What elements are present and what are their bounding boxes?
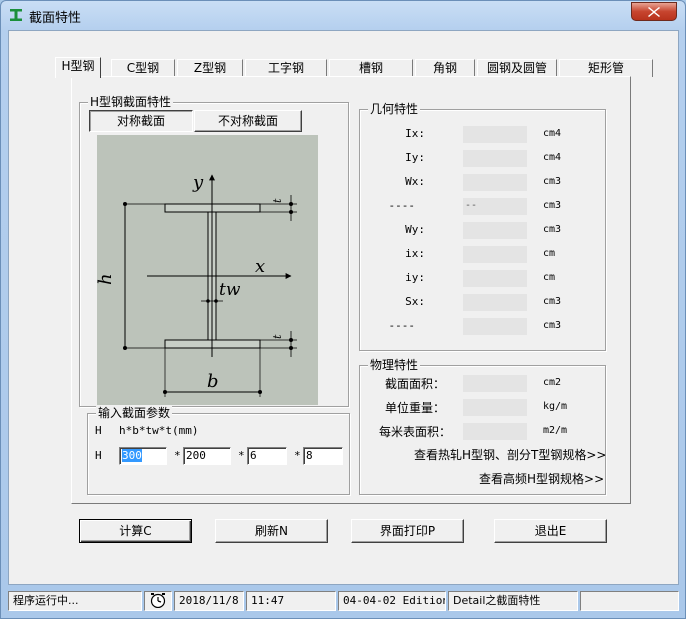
geom-label-1: Iy: (405, 151, 425, 164)
geom-unit-1: cm4 (543, 152, 562, 163)
title-bar[interactable]: 截面特性 (1, 1, 685, 29)
phys-label-1: 单位重量： (384, 401, 445, 415)
symmetric-button[interactable]: 对称截面 (89, 110, 193, 132)
sep-1: * (174, 449, 181, 462)
format-prefix: H (95, 424, 102, 437)
clock-icon (150, 593, 166, 609)
phys-label-2: 每米表面积： (378, 425, 451, 439)
h-section-drawing: y x tw h b t t (95, 172, 297, 397)
geom-label-8: ---- (388, 319, 416, 332)
physical-group-title: 物理特性 (368, 358, 421, 372)
geom-label-5: ix: (405, 247, 425, 260)
t-top-label: t (271, 198, 284, 203)
geom-value-1 (463, 150, 527, 167)
t-input[interactable]: 8 (303, 447, 343, 465)
close-button[interactable] (631, 2, 677, 21)
status-running: 程序运行中... (8, 591, 142, 611)
exit-button[interactable]: 退出E (494, 519, 607, 543)
status-date: 2018/11/8 (174, 591, 244, 611)
geom-label-7: Sx: (405, 295, 425, 308)
geom-unit-2: cm3 (543, 176, 562, 187)
geom-value-2 (463, 174, 527, 191)
tw-label: tw (219, 280, 241, 300)
geom-unit-6: cm (543, 272, 556, 283)
tab-i-beam[interactable]: 工字钢 (245, 59, 327, 77)
input-group-title: 输入截面参数 (96, 406, 173, 420)
geom-value-7 (463, 294, 527, 311)
geom-label-0: Ix: (405, 127, 425, 140)
geom-value-0 (463, 126, 527, 143)
geom-label-3: ---- (388, 199, 416, 212)
tw-input[interactable]: 6 (247, 447, 287, 465)
geom-unit-5: cm (543, 248, 556, 259)
tab-c-steel[interactable]: C型钢 (111, 59, 175, 77)
tab-channel[interactable]: 槽钢 (329, 59, 413, 77)
phys-unit-2: m2/m (543, 425, 568, 436)
status-bar: 程序运行中... 2018/11/8 11:47 04-04-02 Editio… (8, 589, 679, 613)
h-input[interactable]: 300 (119, 447, 167, 465)
phys-label-0: 截面面积： (384, 377, 445, 391)
tab-round[interactable]: 圆钢及圆管 (477, 59, 557, 77)
geom-unit-0: cm4 (543, 128, 562, 139)
geom-unit-7: cm3 (543, 296, 562, 307)
status-clock-pane (144, 591, 172, 611)
tab-angle[interactable]: 角钢 (415, 59, 475, 77)
geom-unit-8: cm3 (543, 320, 562, 331)
phys-value-0 (463, 375, 527, 392)
tab-rect-tube[interactable]: 矩形管 (559, 59, 653, 77)
sep-2: * (238, 449, 245, 462)
geom-unit-4: cm3 (543, 224, 562, 235)
b-input[interactable]: 200 (183, 447, 231, 465)
phys-unit-1: kg/m (543, 401, 568, 412)
status-time: 11:47 (246, 591, 336, 611)
window-title: 截面特性 (29, 11, 82, 26)
x-axis-label: x (255, 256, 265, 277)
asymmetric-button[interactable]: 不对称截面 (194, 110, 302, 132)
h-label: h (97, 273, 116, 285)
section-diagram: y x tw h b t t (95, 135, 318, 405)
app-icon (10, 9, 22, 21)
geometry-group-title: 几何特性 (368, 102, 421, 116)
high-freq-spec-link[interactable]: 查看高频H型钢规格>> (479, 470, 604, 487)
status-edition: 04-04-02 Edition (338, 591, 446, 611)
geom-value-3: -- (463, 198, 527, 215)
geom-label-2: Wx: (405, 175, 425, 188)
geom-unit-3: cm3 (543, 200, 562, 211)
phys-unit-0: cm2 (543, 377, 562, 388)
refresh-button[interactable]: 刷新N (215, 519, 328, 543)
tab-h-steel[interactable]: H型钢 (55, 57, 101, 78)
section-group-title: H型钢截面特性 (88, 95, 174, 109)
geom-label-6: iy: (405, 271, 425, 284)
t-bottom-label: t (271, 334, 284, 339)
format-hint: h*b*tw*t(mm) (119, 424, 199, 437)
geom-value-5 (463, 246, 527, 263)
y-axis-label: y (192, 172, 204, 193)
geom-value-6 (463, 270, 527, 287)
b-label: b (207, 371, 219, 392)
tab-strip: H型钢 C型钢 Z型钢 工字钢 槽钢 角钢 圆钢及圆管 矩形管 (55, 57, 657, 78)
geom-label-4: Wy: (405, 223, 425, 236)
geom-value-8 (463, 318, 527, 335)
status-empty (580, 591, 679, 611)
phys-value-1 (463, 399, 527, 416)
main-window: 截面特性 H型钢 C型钢 Z型钢 工字钢 槽钢 角钢 圆钢及圆管 矩形管 H型钢… (0, 0, 686, 619)
close-icon (648, 7, 660, 17)
tab-z-steel[interactable]: Z型钢 (177, 59, 243, 77)
calculate-button[interactable]: 计算C (79, 519, 192, 543)
geom-value-4 (463, 222, 527, 239)
sep-3: * (294, 449, 301, 462)
print-button[interactable]: 界面打印P (351, 519, 464, 543)
phys-value-2 (463, 423, 527, 440)
input-prefix: H (95, 449, 102, 462)
hot-rolled-spec-link[interactable]: 查看热轧H型钢、剖分T型钢规格>> (414, 446, 606, 463)
status-detail: Detail之截面特性 (448, 591, 578, 611)
